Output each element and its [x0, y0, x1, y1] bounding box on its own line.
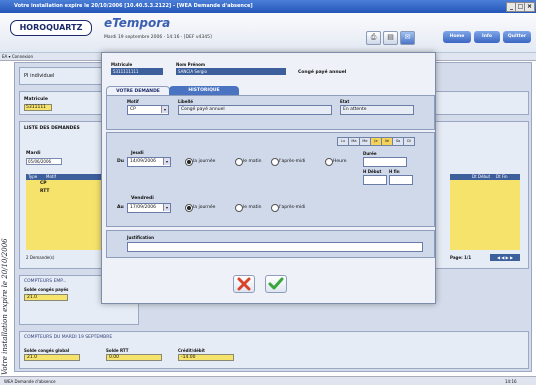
counter-rtt-label: Solde RTT	[106, 348, 129, 353]
window-titlebar: Votre installation expire le 20/10/2006 …	[0, 0, 536, 13]
motif-value: CP	[130, 107, 136, 112]
du-label: Du	[117, 159, 124, 164]
menu-connexion[interactable]: EA ▾ Connexion	[2, 53, 33, 61]
info-button[interactable]: Info	[474, 31, 500, 43]
cross-icon	[237, 277, 251, 291]
from-aprem-label: l'après-midi	[279, 159, 306, 164]
from-matin-radio[interactable]	[235, 158, 243, 166]
month-label: Mardi	[26, 151, 41, 156]
compteurs-title: COMPTEURS DU MARDI 19 SEPTEMBRE	[24, 335, 113, 340]
solde-cp-label: Solde congés payés	[24, 287, 69, 292]
app-header: HOROQUARTZ eTempora Mardi 19 septembre 2…	[0, 13, 536, 53]
export-icon[interactable]: ✉	[400, 31, 415, 45]
modal-absence-type: Congé payé annuel	[298, 70, 347, 75]
dates-section: Lu Ma Me Je Ve Sa Di Jeudi Du 14/09/2006…	[106, 132, 435, 227]
home-button[interactable]: Home	[443, 31, 471, 43]
counter-global-label: Solde congés global	[24, 348, 70, 353]
to-journee-label: la journée	[193, 205, 216, 210]
close-icon[interactable]: ×	[524, 2, 535, 12]
from-matin-label: le matin	[243, 159, 262, 164]
modal-matricule-label: Matricule	[111, 62, 133, 67]
list-title: LISTE DES DEMANDES	[24, 126, 80, 131]
from-date-value: 14/09/2006	[130, 159, 156, 164]
hfin-label: H fin	[389, 169, 400, 174]
justification-input[interactable]	[127, 242, 423, 252]
from-aprem-radio[interactable]	[271, 158, 279, 166]
validate-button[interactable]	[265, 275, 287, 293]
etempora-brand: eTempora	[104, 16, 171, 30]
solde-cp-value: 21.0	[24, 294, 68, 301]
table-row[interactable]: RTT	[40, 189, 50, 194]
counter-credit-value: -14.00	[178, 354, 234, 361]
pager-buttons[interactable]: ◀ ◀ ▶ ▶	[490, 254, 520, 261]
to-matin-radio[interactable]	[235, 204, 243, 212]
justification-section: Justification	[106, 230, 435, 258]
modal-matricule-value: 5311111111	[111, 68, 163, 75]
to-day-label: Vendredi	[131, 196, 154, 201]
chevron-down-icon[interactable]: ▾	[161, 106, 168, 113]
libelle-label: Libellé	[178, 99, 193, 104]
duree-input[interactable]	[363, 157, 407, 167]
calendar-icon[interactable]: ▾	[163, 158, 170, 165]
modal-name-label: Nom Prénom	[176, 62, 206, 67]
weekday-selector: Lu Ma Me Je Ve Sa Di	[337, 137, 417, 146]
from-day-label: Jeudi	[131, 151, 144, 156]
modal-name-value: SANCIA Sergio	[176, 68, 286, 75]
status-bar: WEA Demande d'absence 14:16	[0, 376, 536, 385]
print-icon[interactable]: ⎙	[366, 31, 381, 45]
tab-historique[interactable]: HISTORIQUE	[169, 86, 239, 95]
from-date-input[interactable]: 14/09/2006 ▾	[127, 157, 171, 167]
absence-request-dialog: Matricule 5311111111 Nom Prénom SANCIA S…	[101, 52, 436, 304]
etat-value: En attente	[340, 105, 414, 115]
to-date-value: 17/09/2006	[130, 205, 156, 210]
motif-select[interactable]: CP ▾	[127, 105, 169, 115]
month-select[interactable]: 05/06/2006	[26, 158, 62, 165]
hfin-input[interactable]	[389, 175, 413, 185]
calendar-icon[interactable]: ▾	[163, 204, 170, 211]
from-journee-radio[interactable]	[185, 158, 193, 166]
save-icon[interactable]: ▤	[383, 31, 398, 45]
to-matin-label: le matin	[243, 205, 262, 210]
justification-label: Justification	[127, 235, 154, 240]
etat-label: Etat	[340, 99, 350, 104]
pager-label: Page: 1/1	[450, 255, 472, 260]
demands-count: 2 Demande(s)	[26, 255, 55, 260]
counter-rtt-value: 0.00	[106, 354, 162, 361]
list-body-right	[450, 180, 520, 250]
list-body: CP RTT	[26, 180, 110, 250]
to-aprem-label: l'après-midi	[279, 205, 306, 210]
table-row[interactable]: CP	[40, 181, 47, 186]
from-heure-radio[interactable]	[325, 158, 333, 166]
motif-section: Motif CP ▾ Libellé Congé payé annuel Eta…	[106, 95, 435, 130]
to-journee-radio[interactable]	[185, 204, 193, 212]
horoquartz-logo: HOROQUARTZ	[10, 20, 92, 36]
pi-label[interactable]: PI individuel	[24, 73, 54, 79]
libelle-value: Congé payé annuel	[178, 105, 332, 115]
counter-global-value: 21.0	[24, 354, 80, 361]
counter-credit-label: Crédit/débit	[178, 348, 205, 353]
to-aprem-radio[interactable]	[271, 204, 279, 212]
day-sunday[interactable]: Di	[403, 137, 415, 146]
matricule-label: Matricule	[24, 97, 48, 102]
from-heure-label: Heure	[333, 159, 347, 164]
from-journee-label: la journée	[193, 159, 216, 164]
duree-label: Durée	[363, 151, 377, 156]
header-date: Mardi 19 septembre 2006 · 14:16 · [DEF v…	[104, 35, 212, 40]
checkmark-icon	[268, 277, 284, 290]
expiry-side-text: Votre installation expire le 20/10/2006	[1, 238, 9, 375]
cancel-button[interactable]	[233, 275, 255, 293]
motif-label: Motif	[127, 99, 139, 104]
hdebut-label: H Début	[363, 169, 382, 174]
matricule-value: 5311111	[24, 104, 52, 111]
compteurs-panel: COMPTEURS DU MARDI 19 SEPTEMBRE Solde co…	[19, 331, 529, 369]
window-title: Votre installation expire le 20/10/2006 …	[14, 3, 253, 9]
hdebut-input[interactable]	[363, 175, 387, 185]
to-date-input[interactable]: 17/09/2006 ▾	[127, 203, 171, 213]
au-label: Au	[117, 205, 124, 210]
compteurs-today-title: COMPTEURS EMP...	[24, 279, 67, 284]
quit-button[interactable]: Quitter	[503, 31, 531, 43]
